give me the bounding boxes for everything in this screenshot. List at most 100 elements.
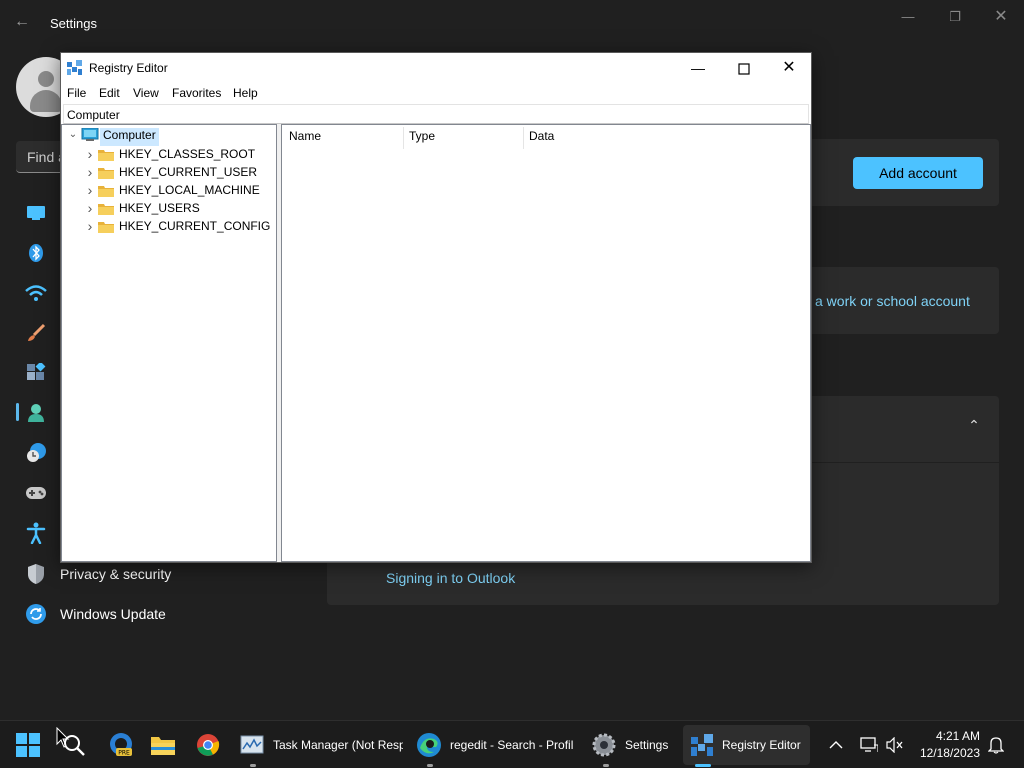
regedit-app-icon: [67, 60, 82, 75]
network-status-button[interactable]: [860, 725, 880, 765]
chrome-icon: [197, 734, 220, 756]
tree-root-computer[interactable]: Computer: [100, 128, 159, 146]
chrome-taskbar-button[interactable]: [196, 725, 222, 765]
volume-button[interactable]: [886, 725, 906, 765]
regedit-title: Registry Editor: [89, 61, 168, 75]
edge-dev-icon: PRE: [110, 733, 132, 757]
system-icon[interactable]: [24, 201, 48, 225]
chevron-right-icon[interactable]: ›: [85, 219, 95, 233]
chevron-up-icon[interactable]: ⌃: [962, 417, 986, 441]
menu-edit[interactable]: Edit: [99, 86, 120, 100]
apps-icon[interactable]: [24, 361, 48, 385]
accessibility-icon[interactable]: [24, 521, 48, 545]
personalization-brush-icon[interactable]: [24, 321, 48, 345]
regedit-address-bar[interactable]: Computer: [63, 104, 809, 124]
wifi-icon[interactable]: [24, 281, 48, 305]
clock-time[interactable]: 4:21 AM: [910, 729, 980, 743]
nav-label-windows-update[interactable]: Windows Update: [60, 606, 166, 622]
running-indicator: [603, 764, 609, 767]
bluetooth-icon[interactable]: [24, 241, 48, 265]
add-account-button[interactable]: Add account: [853, 157, 983, 189]
tree-item-hive[interactable]: HKEY_CURRENT_USER: [119, 165, 257, 183]
active-app-indicator: [695, 764, 711, 767]
folder-icon: [98, 150, 114, 161]
close-icon[interactable]: ✕: [986, 6, 1016, 28]
chevron-down-icon[interactable]: ⌄: [68, 128, 78, 142]
search-icon: [64, 735, 85, 756]
menu-file[interactable]: File: [67, 86, 86, 100]
column-type[interactable]: Type: [409, 129, 435, 143]
taskbar-app-settings[interactable]: Settings: [592, 725, 682, 765]
computer-icon: [81, 128, 99, 141]
windows-logo-icon: [16, 733, 40, 757]
chevron-right-icon[interactable]: ›: [85, 165, 95, 179]
accounts-person-icon[interactable]: [24, 401, 48, 425]
chevron-right-icon[interactable]: ›: [85, 147, 95, 161]
file-explorer-taskbar-button[interactable]: [150, 725, 178, 765]
chevron-up-icon: [829, 741, 843, 749]
time-language-icon[interactable]: [24, 441, 48, 465]
clock-date[interactable]: 12/18/2023: [910, 746, 980, 760]
nav-active-indicator: [16, 403, 19, 421]
search-button[interactable]: [62, 725, 92, 765]
restore-icon[interactable]: ❐: [940, 6, 970, 28]
taskbar-app-edge-search[interactable]: regedit - Search - Profil: [416, 725, 584, 765]
regedit-titlebar[interactable]: Registry Editor — ✕: [61, 53, 811, 83]
settings-search-input[interactable]: Find a: [16, 141, 66, 173]
column-data[interactable]: Data: [529, 129, 554, 143]
task-manager-icon: [240, 735, 264, 754]
taskbar: PRE Task Manager (Not Resp regedit - Sea…: [0, 720, 1024, 768]
values-list-pane[interactable]: Name Type Data: [281, 124, 811, 562]
column-name[interactable]: Name: [289, 129, 321, 143]
regedit-maximize-icon[interactable]: [721, 53, 767, 83]
tree-item-hive[interactable]: HKEY_LOCAL_MACHINE: [119, 183, 260, 201]
notifications-button[interactable]: [988, 725, 1008, 765]
edge-dev-taskbar-button[interactable]: PRE: [108, 725, 136, 765]
outlook-signin-link[interactable]: Signing in to Outlook: [386, 570, 515, 586]
svg-text:PRE: PRE: [118, 750, 130, 757]
gear-icon: [592, 733, 616, 757]
key-tree-pane[interactable]: ⌄ Computer › HKEY_CLASSES_ROOT › HKEY_CURRE…: [61, 124, 277, 562]
settings-title: Settings: [50, 16, 97, 31]
work-school-link[interactable]: a work or school account: [815, 293, 970, 309]
registry-editor-window: Registry Editor — ✕ File Edit View Favor…: [60, 52, 812, 563]
taskbar-app-registry-editor[interactable]: Registry Editor: [690, 725, 808, 765]
taskbar-label: regedit - Search - Profil: [450, 738, 574, 752]
menu-favorites[interactable]: Favorites: [172, 86, 221, 100]
edge-icon: [417, 733, 441, 757]
regedit-icon: [691, 734, 713, 756]
tree-item-hive[interactable]: HKEY_CURRENT_CONFIG: [119, 219, 270, 237]
folder-icon: [98, 222, 114, 233]
minimize-icon[interactable]: —: [893, 6, 923, 28]
regedit-close-icon[interactable]: ✕: [766, 53, 812, 83]
column-separator[interactable]: [403, 127, 404, 149]
nav-label-privacy[interactable]: Privacy & security: [60, 566, 171, 582]
running-indicator: [250, 764, 256, 767]
network-display-icon: [860, 737, 878, 752]
running-indicator: [427, 764, 433, 767]
folder-icon: [98, 168, 114, 179]
taskbar-label: Settings: [625, 738, 669, 752]
taskbar-label: Task Manager (Not Resp: [273, 738, 403, 752]
chevron-right-icon[interactable]: ›: [85, 201, 95, 215]
privacy-shield-icon[interactable]: [24, 562, 48, 586]
gaming-controller-icon[interactable]: [24, 481, 48, 505]
taskbar-app-task-manager[interactable]: Task Manager (Not Resp: [240, 725, 405, 765]
tree-item-hive[interactable]: HKEY_CLASSES_ROOT: [119, 147, 255, 165]
show-hidden-icons-button[interactable]: [829, 725, 847, 765]
tree-item-hive[interactable]: HKEY_USERS: [119, 201, 200, 219]
folder-icon: [151, 737, 175, 755]
regedit-minimize-icon[interactable]: —: [675, 53, 721, 83]
bell-icon: [988, 737, 1004, 754]
chevron-right-icon[interactable]: ›: [85, 183, 95, 197]
taskbar-label: Registry Editor: [722, 738, 801, 752]
menu-view[interactable]: View: [133, 86, 159, 100]
folder-icon: [98, 204, 114, 215]
speaker-muted-icon: [886, 737, 903, 753]
windows-update-icon[interactable]: [24, 602, 48, 626]
start-button[interactable]: [16, 725, 50, 765]
address-text: Computer: [67, 108, 120, 122]
back-arrow-icon[interactable]: ←: [14, 13, 34, 33]
menu-help[interactable]: Help: [233, 86, 258, 100]
column-separator[interactable]: [523, 127, 524, 149]
